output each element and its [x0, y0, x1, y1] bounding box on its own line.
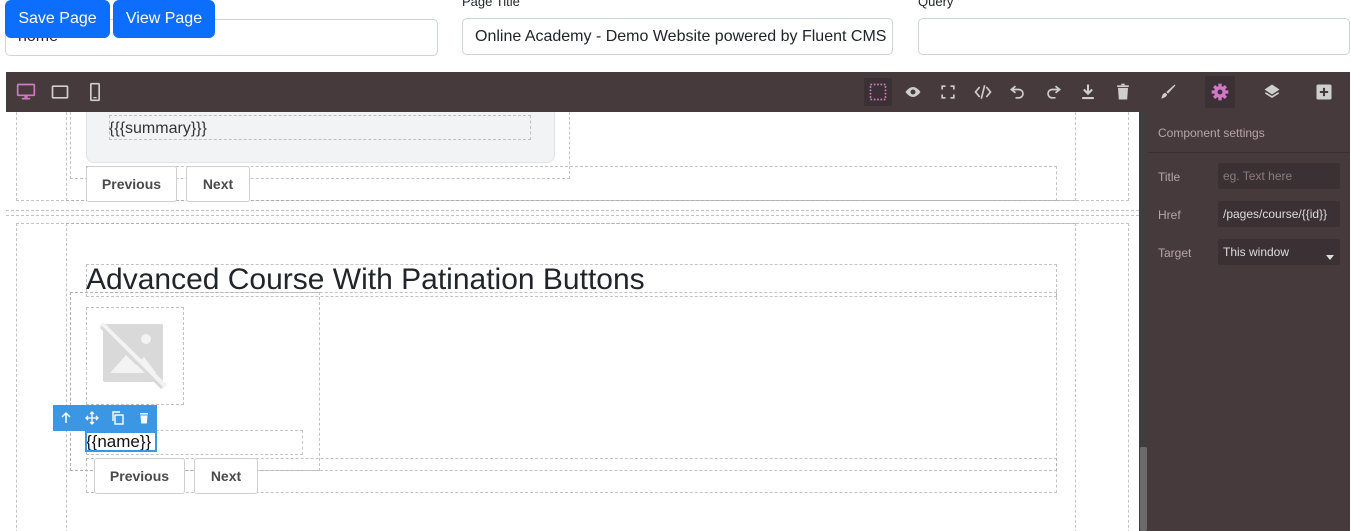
- page-title-value: Online Academy - Demo Website powered by…: [475, 27, 887, 45]
- blocks-icon[interactable]: [1312, 80, 1336, 104]
- settings-icon[interactable]: [1208, 80, 1232, 104]
- image-placeholder-icon: [86, 307, 184, 405]
- tablet-icon[interactable]: [48, 80, 72, 104]
- canvas-scroll-thumb[interactable]: [1140, 447, 1147, 531]
- view-page-button[interactable]: View Page: [113, 0, 215, 38]
- page-title-label: Page Title: [462, 0, 520, 9]
- move-icon[interactable]: [79, 405, 105, 431]
- title-trait-label: Title: [1158, 170, 1181, 184]
- settings-panel: Component settings Title eg. Text here H…: [1148, 112, 1350, 531]
- sw-visibility-icon[interactable]: [866, 80, 890, 104]
- redo-icon[interactable]: [1041, 80, 1065, 104]
- target-trait-value: This window: [1223, 245, 1290, 259]
- trash-icon[interactable]: [1111, 80, 1135, 104]
- component-toolbar: [53, 405, 157, 431]
- next-button[interactable]: Next: [186, 166, 250, 202]
- next-button-2[interactable]: Next: [194, 458, 258, 494]
- selected-component-outline: [85, 431, 157, 452]
- href-trait-label: Href: [1158, 208, 1181, 222]
- page-title-input[interactable]: Online Academy - Demo Website powered by…: [462, 18, 893, 55]
- fullscreen-icon[interactable]: [936, 80, 960, 104]
- desktop-icon[interactable]: [14, 80, 38, 104]
- target-trait-label: Target: [1158, 246, 1192, 260]
- editor-canvas[interactable]: {{{summary}}} Previous Next Advanced Cou…: [6, 112, 1139, 531]
- code-icon[interactable]: [971, 80, 995, 104]
- preview-icon[interactable]: [901, 80, 925, 104]
- delete-icon[interactable]: [131, 405, 157, 431]
- section-divider: [6, 210, 1139, 216]
- chevron-down-icon: [1326, 249, 1334, 263]
- editor-toolbar: [6, 72, 1350, 112]
- query-input[interactable]: [918, 18, 1350, 55]
- panel-title: Component settings: [1158, 126, 1265, 140]
- copy-icon[interactable]: [105, 405, 131, 431]
- summary-placeholder: {{{summary}}}: [109, 120, 207, 137]
- style-manager-icon[interactable]: [1156, 80, 1180, 104]
- previous-button[interactable]: Previous: [86, 166, 177, 202]
- panel-divider: [1148, 152, 1350, 153]
- layers-icon[interactable]: [1260, 80, 1284, 104]
- arrow-up-icon[interactable]: [53, 405, 79, 431]
- page-editor: {{{summary}}} Previous Next Advanced Cou…: [6, 72, 1350, 531]
- previous-button-2[interactable]: Previous: [94, 458, 185, 494]
- href-trait-input[interactable]: /pages/course/{{id}}: [1218, 201, 1340, 227]
- mobile-icon[interactable]: [83, 80, 107, 104]
- target-trait-select[interactable]: This window: [1218, 239, 1340, 265]
- title-trait-input[interactable]: eg. Text here: [1218, 163, 1340, 189]
- query-label: Query: [918, 0, 954, 9]
- save-page-button[interactable]: Save Page: [5, 0, 110, 38]
- download-icon[interactable]: [1076, 80, 1100, 104]
- undo-icon[interactable]: [1006, 80, 1030, 104]
